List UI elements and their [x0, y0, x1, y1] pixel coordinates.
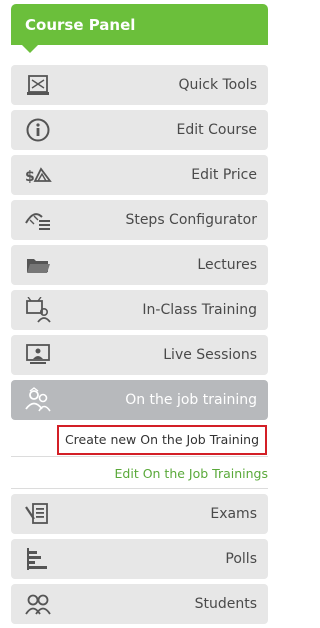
menu-item-polls[interactable]: Polls — [11, 539, 268, 579]
edit-on-the-job-trainings-link[interactable]: Edit On the Job Trainings — [11, 466, 268, 481]
menu-item-edit-price[interactable]: $ Edit Price — [11, 155, 268, 195]
svg-text:$: $ — [25, 169, 35, 185]
menu-item-students[interactable]: Students — [11, 584, 268, 624]
menu-item-label: Polls — [225, 551, 257, 567]
panel-title: Course Panel — [25, 16, 136, 34]
create-on-the-job-training-link[interactable]: Create new On the Job Training — [57, 425, 267, 455]
menu-item-in-class-training[interactable]: In-Class Training — [11, 290, 268, 330]
price-icon: $ — [24, 162, 52, 188]
menu-item-label: Exams — [210, 506, 257, 522]
divider — [11, 488, 268, 489]
students-icon — [24, 591, 52, 617]
menu-item-label: Edit Course — [176, 122, 257, 138]
menu-item-label: Edit Price — [191, 167, 257, 183]
header-pointer — [22, 45, 38, 53]
menu-item-exams[interactable]: Exams — [11, 494, 268, 534]
monitor-icon — [24, 342, 52, 368]
menu-item-label: Lectures — [197, 257, 257, 273]
menu-item-label: On the job training — [125, 392, 257, 408]
menu-item-label: Steps Configurator — [125, 212, 257, 228]
classroom-icon — [24, 297, 52, 323]
menu-item-edit-course[interactable]: Edit Course — [11, 110, 268, 150]
menu-item-label: In-Class Training — [142, 302, 257, 318]
quick-tools-icon — [24, 72, 52, 98]
exam-icon — [24, 501, 52, 527]
menu-item-label: Live Sessions — [163, 347, 257, 363]
info-icon — [24, 117, 52, 143]
menu-item-quick-tools[interactable]: Quick Tools — [11, 65, 268, 105]
steps-icon — [24, 207, 52, 233]
menu-item-label: Quick Tools — [178, 77, 257, 93]
course-panel-header: Course Panel — [11, 4, 268, 45]
menu-item-steps-configurator[interactable]: Steps Configurator — [11, 200, 268, 240]
divider — [11, 456, 268, 457]
menu-item-live-sessions[interactable]: Live Sessions — [11, 335, 268, 375]
users-icon — [24, 387, 52, 413]
folder-icon — [24, 252, 52, 278]
menu-item-on-the-job-training[interactable]: On the job training — [11, 380, 268, 420]
menu-item-lectures[interactable]: Lectures — [11, 245, 268, 285]
polls-icon — [24, 546, 52, 572]
menu-item-label: Students — [194, 596, 257, 612]
